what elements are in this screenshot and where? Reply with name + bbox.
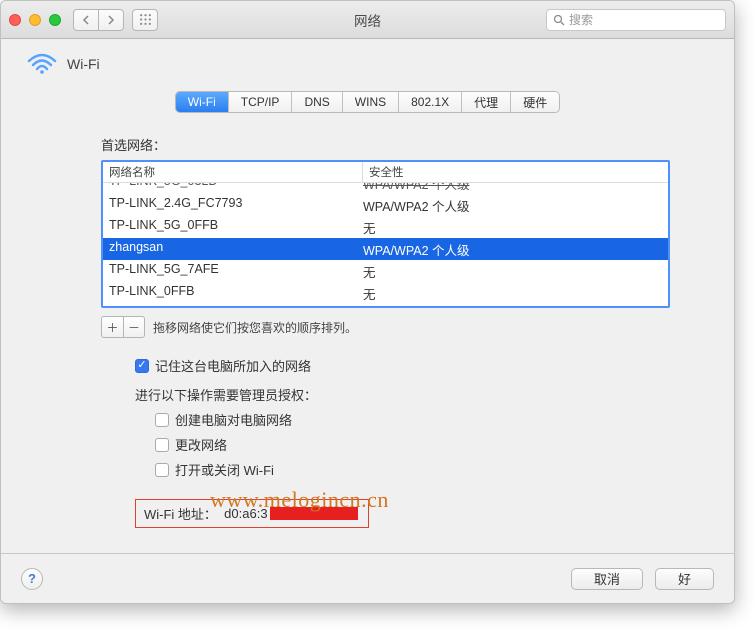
- network-name: TP-LINK_0FFB: [109, 284, 363, 303]
- chevron-right-icon: [107, 15, 115, 25]
- preferences-window: 网络 搜索 Wi-Fi Wi-Fi TCP/IP DNS WINS 802.1X…: [0, 0, 735, 604]
- tab-8021x[interactable]: 802.1X: [399, 92, 462, 112]
- forward-button[interactable]: [98, 9, 124, 31]
- watermark-text: www.melogincn.cn: [210, 487, 389, 513]
- search-icon: [553, 14, 565, 26]
- close-window-button[interactable]: [9, 14, 21, 26]
- wifi-title: Wi-Fi: [67, 56, 100, 72]
- chevron-left-icon: [82, 15, 90, 25]
- toggle-wifi-checkbox[interactable]: [155, 463, 169, 477]
- create-adhoc-checkbox[interactable]: [155, 413, 169, 427]
- toggle-wifi-row: 打开或关闭 Wi-Fi: [155, 460, 708, 479]
- admin-auth-label: 进行以下操作需要管理员授权：: [135, 385, 708, 404]
- column-network-name[interactable]: 网络名称: [103, 162, 363, 182]
- network-security: 无: [363, 284, 662, 303]
- network-list[interactable]: 网络名称 安全性 TP-LINK_5G_03LD WPA/WPA2 个人级 TP…: [101, 160, 670, 308]
- wifi-header: Wi-Fi: [27, 53, 708, 75]
- help-button[interactable]: ?: [21, 568, 43, 590]
- tab-dns[interactable]: DNS: [292, 92, 342, 112]
- tab-proxy[interactable]: 代理: [462, 92, 511, 112]
- network-name: TP-LINK_5G_0FFB: [109, 218, 363, 237]
- network-row[interactable]: TP-LINK_5G_0FFB 无: [103, 216, 668, 238]
- network-security: 无: [363, 262, 662, 281]
- network-row-selected[interactable]: zhangsan WPA/WPA2 个人级: [103, 238, 668, 260]
- network-name: zhangsan: [109, 240, 363, 259]
- network-row[interactable]: MERCURY_5G_0B87 WPA/WPA2 个人级: [103, 304, 668, 308]
- network-name: TP-LINK_2.4G_FC7793: [109, 196, 363, 215]
- network-name: TP-LINK_5G_7AFE: [109, 262, 363, 281]
- list-tools: ＋ － 拖移网络使它们按您喜欢的顺序排列。: [101, 316, 708, 338]
- network-name: MERCURY_5G_0B87: [109, 306, 363, 309]
- cancel-button[interactable]: 取消: [571, 568, 643, 590]
- back-button[interactable]: [73, 9, 99, 31]
- remove-network-button[interactable]: －: [123, 316, 145, 338]
- zoom-window-button[interactable]: [49, 14, 61, 26]
- drag-hint: 拖移网络使它们按您喜欢的顺序排列。: [153, 319, 357, 336]
- window-controls: [9, 14, 61, 26]
- toggle-wifi-label: 打开或关闭 Wi-Fi: [175, 460, 274, 479]
- network-row[interactable]: TP-LINK_5G_03LD WPA/WPA2 个人级: [103, 183, 668, 194]
- footer: ? 取消 好: [1, 553, 734, 603]
- tab-bar: Wi-Fi TCP/IP DNS WINS 802.1X 代理 硬件: [27, 91, 708, 113]
- content-area: Wi-Fi Wi-Fi TCP/IP DNS WINS 802.1X 代理 硬件…: [1, 39, 734, 553]
- change-network-row: 更改网络: [155, 435, 708, 454]
- network-list-header: 网络名称 安全性: [103, 162, 668, 183]
- minimize-window-button[interactable]: [29, 14, 41, 26]
- tab-hardware[interactable]: 硬件: [511, 92, 559, 112]
- remember-networks-label: 记住这台电脑所加入的网络: [155, 356, 311, 375]
- wifi-icon: [27, 53, 57, 75]
- wifi-address-label: Wi-Fi 地址：: [144, 504, 217, 523]
- search-placeholder: 搜索: [569, 11, 593, 28]
- network-row[interactable]: TP-LINK_2.4G_FC7793 WPA/WPA2 个人级: [103, 194, 668, 216]
- network-row[interactable]: TP-LINK_5G_7AFE 无: [103, 260, 668, 282]
- network-security: WPA/WPA2 个人级: [363, 306, 662, 309]
- preferred-networks-label: 首选网络：: [101, 135, 708, 154]
- network-security: 无: [363, 218, 662, 237]
- create-adhoc-row: 创建电脑对电脑网络: [155, 410, 708, 429]
- column-security[interactable]: 安全性: [363, 162, 668, 182]
- change-network-label: 更改网络: [175, 435, 227, 454]
- add-network-button[interactable]: ＋: [101, 316, 123, 338]
- remember-networks-checkbox[interactable]: [135, 359, 149, 373]
- tab-wins[interactable]: WINS: [343, 92, 399, 112]
- nav-buttons: [73, 9, 124, 31]
- change-network-checkbox[interactable]: [155, 438, 169, 452]
- tab-tcpip[interactable]: TCP/IP: [229, 92, 293, 112]
- titlebar: 网络 搜索: [1, 1, 734, 39]
- grid-icon: [139, 13, 152, 26]
- tab-wifi[interactable]: Wi-Fi: [176, 92, 229, 112]
- show-all-button[interactable]: [132, 9, 158, 31]
- ok-button[interactable]: 好: [655, 568, 714, 590]
- network-rows: TP-LINK_5G_03LD WPA/WPA2 个人级 TP-LINK_2.4…: [103, 183, 668, 308]
- network-security: WPA/WPA2 个人级: [363, 196, 662, 215]
- network-security: WPA/WPA2 个人级: [363, 240, 662, 259]
- network-name: TP-LINK_5G_03LD: [109, 183, 363, 193]
- search-field[interactable]: 搜索: [546, 9, 726, 31]
- create-adhoc-label: 创建电脑对电脑网络: [175, 410, 292, 429]
- network-row[interactable]: TP-LINK_0FFB 无: [103, 282, 668, 304]
- remember-networks-row: 记住这台电脑所加入的网络: [135, 356, 708, 375]
- network-security: WPA/WPA2 个人级: [363, 183, 662, 193]
